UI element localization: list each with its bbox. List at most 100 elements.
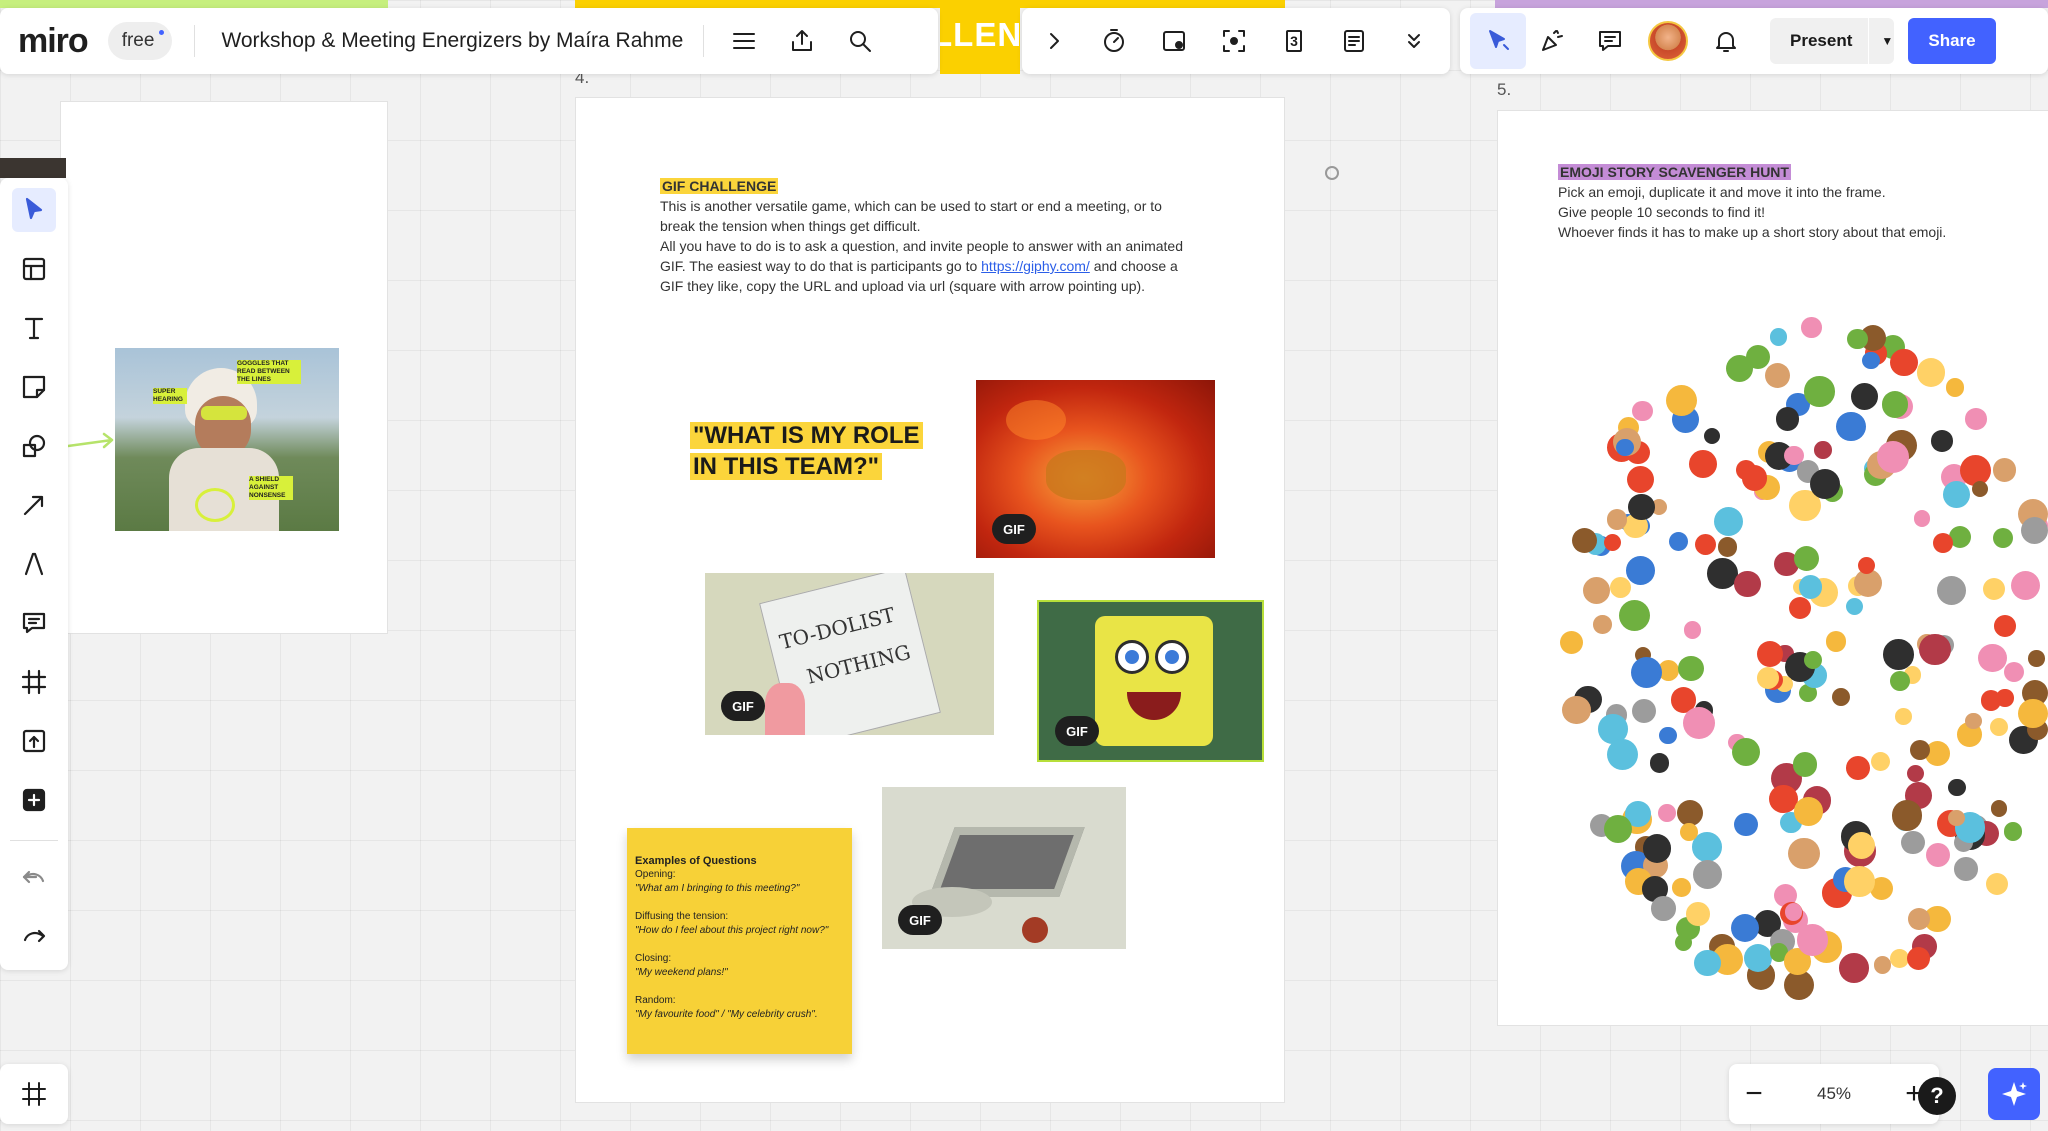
notes-icon[interactable]	[1332, 19, 1376, 63]
counter-icon[interactable]: 3	[1272, 19, 1316, 63]
emoji-item[interactable]	[1874, 956, 1892, 974]
emoji-item[interactable]	[1993, 458, 2017, 482]
emoji-item[interactable]	[1618, 599, 1651, 632]
emoji-item[interactable]	[1714, 506, 1744, 536]
emoji-item[interactable]	[1674, 933, 1692, 951]
emoji-item[interactable]	[1658, 804, 1676, 822]
gif-hole[interactable]: GIF	[882, 787, 1126, 949]
emoji-item[interactable]	[1901, 830, 1925, 855]
celebration-icon[interactable]	[1530, 19, 1574, 63]
emoji-item[interactable]	[1945, 378, 1965, 397]
emoji-item[interactable]	[1603, 533, 1621, 552]
sticky-note-icon[interactable]	[12, 365, 56, 409]
emoji-item[interactable]	[1630, 656, 1663, 689]
emoji-item[interactable]	[1948, 778, 1966, 797]
emoji-item[interactable]	[1906, 946, 1931, 971]
present-dropdown-icon[interactable]: ▼	[1881, 34, 1893, 48]
emoji-item[interactable]	[1649, 753, 1670, 774]
emoji-item[interactable]	[1593, 615, 1612, 634]
card-icon[interactable]	[1152, 19, 1196, 63]
emoji-item[interactable]	[1769, 328, 1788, 346]
emoji-item[interactable]	[1741, 464, 1768, 491]
emoji-item[interactable]	[1857, 556, 1876, 575]
miro-logo[interactable]: miro	[18, 22, 89, 61]
emoji-item[interactable]	[1980, 690, 2002, 711]
emoji-item[interactable]	[1730, 913, 1759, 942]
emoji-item[interactable]	[2020, 517, 2048, 545]
upload-icon[interactable]	[780, 19, 824, 63]
present-button[interactable]: Present ▼	[1770, 18, 1894, 64]
emoji-item[interactable]	[1965, 408, 1987, 430]
emoji-item[interactable]	[1668, 532, 1689, 552]
emoji-item[interactable]	[1801, 317, 1822, 338]
emoji-item[interactable]	[1604, 814, 1633, 843]
user-avatar[interactable]	[1648, 21, 1688, 61]
emoji-item[interactable]	[1994, 614, 2016, 637]
ai-assist-button[interactable]	[1988, 1068, 2040, 1120]
emoji-item[interactable]	[1775, 407, 1800, 431]
emoji-item[interactable]	[1725, 355, 1753, 383]
emoji-item[interactable]	[1870, 751, 1890, 771]
emoji-item[interactable]	[1794, 797, 1823, 826]
emoji-item[interactable]	[1783, 445, 1804, 466]
chevron-right-icon[interactable]	[1032, 19, 1076, 63]
emoji-item[interactable]	[1757, 667, 1779, 690]
emoji-item[interactable]	[1932, 532, 1954, 554]
emoji-item[interactable]	[1845, 597, 1864, 616]
emoji-item[interactable]	[1688, 450, 1717, 479]
sticky-note-examples[interactable]: Examples of Questions Opening: "What am …	[627, 828, 852, 1054]
emoji-item[interactable]	[1989, 717, 2009, 736]
notification-bell-icon[interactable]	[1704, 19, 1748, 63]
emoji-item[interactable]	[1626, 556, 1656, 585]
emoji-item[interactable]	[1836, 411, 1866, 442]
emoji-item[interactable]	[1788, 837, 1820, 870]
emoji-item[interactable]	[1943, 480, 1971, 508]
emoji-item[interactable]	[1606, 508, 1628, 530]
emoji-item[interactable]	[1850, 383, 1878, 411]
emoji-item[interactable]	[1814, 440, 1833, 459]
emoji-item[interactable]	[1798, 575, 1823, 599]
emoji-item[interactable]	[1844, 866, 1875, 897]
emoji-item[interactable]	[1965, 712, 1982, 729]
emoji-item[interactable]	[1683, 621, 1702, 639]
templates-icon[interactable]	[12, 247, 56, 291]
emoji-item[interactable]	[1583, 576, 1611, 604]
text-tool-icon[interactable]	[12, 306, 56, 350]
frame-tool-icon[interactable]	[12, 660, 56, 704]
emoji-item[interactable]	[2011, 570, 2041, 600]
emoji-item[interactable]	[1756, 640, 1784, 668]
chevron-double-down-icon[interactable]	[1392, 19, 1436, 63]
emoji-item[interactable]	[1990, 799, 2008, 817]
shapes-icon[interactable]	[12, 424, 56, 468]
emoji-item[interactable]	[1678, 655, 1704, 681]
emoji-item[interactable]	[1839, 953, 1869, 983]
emoji-item[interactable]	[2004, 662, 2024, 683]
emoji-item[interactable]	[1632, 400, 1653, 421]
emoji-item[interactable]	[1983, 578, 2006, 601]
emoji-item[interactable]	[1562, 695, 1591, 725]
gif-fire[interactable]: GIF	[976, 380, 1215, 558]
emoji-item[interactable]	[1926, 843, 1951, 868]
gif-todo-list[interactable]: TO-DOLIST NOTHING GIF	[705, 573, 994, 735]
emoji-item[interactable]	[1804, 376, 1835, 407]
emoji-item[interactable]	[1913, 510, 1931, 527]
redo-icon[interactable]	[12, 915, 56, 959]
emoji-item[interactable]	[1890, 348, 1918, 377]
emoji-item[interactable]	[1847, 329, 1868, 350]
emoji-item[interactable]	[1890, 671, 1910, 692]
emoji-item[interactable]	[1606, 738, 1639, 771]
emoji-item[interactable]	[1704, 427, 1721, 445]
emoji-item[interactable]	[1971, 481, 1989, 498]
emoji-item[interactable]	[1788, 597, 1812, 620]
emoji-item[interactable]	[1694, 949, 1721, 976]
emoji-item[interactable]	[1919, 634, 1951, 666]
comment-tool-icon[interactable]	[12, 601, 56, 645]
emoji-item[interactable]	[1906, 765, 1924, 783]
help-button[interactable]: ?	[1918, 1077, 1956, 1115]
emoji-item[interactable]	[1891, 800, 1923, 831]
emoji-item[interactable]	[1948, 809, 1965, 827]
zoom-level[interactable]: 45%	[1817, 1084, 1851, 1104]
comments-icon[interactable]	[1588, 19, 1632, 63]
superhero-photo[interactable]: GOGGLES THAT READ BETWEEN THE LINES SUPE…	[115, 348, 339, 531]
emoji-cloud[interactable]	[1560, 280, 2048, 1000]
